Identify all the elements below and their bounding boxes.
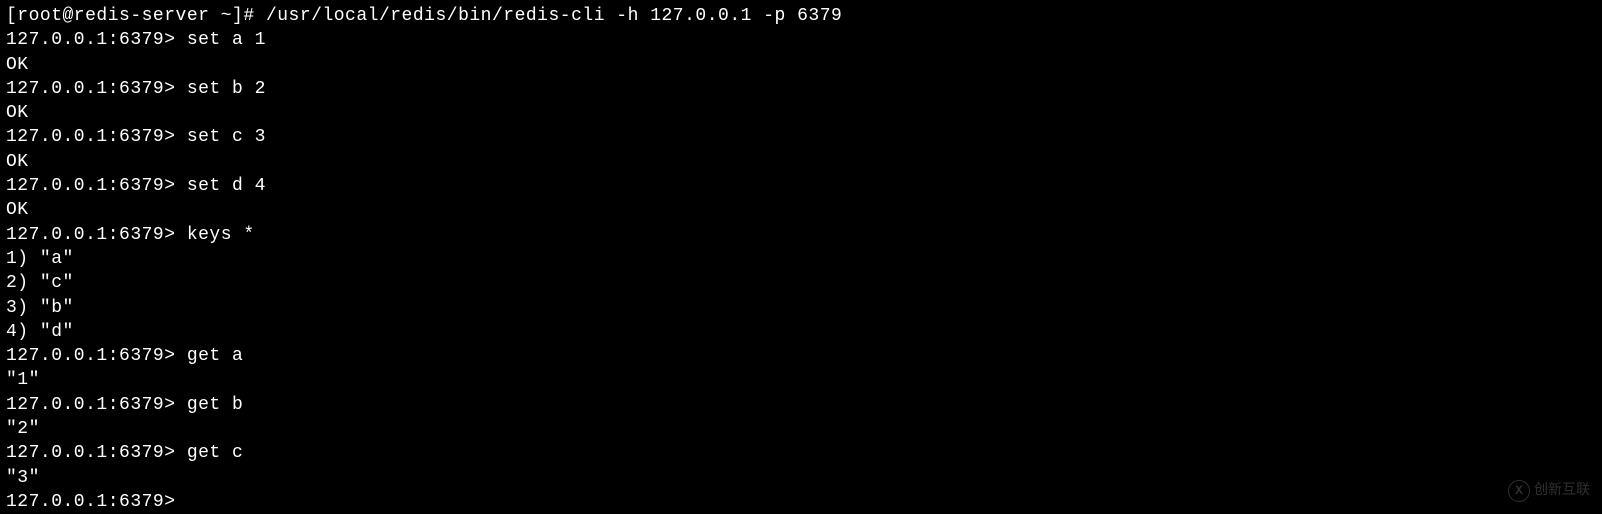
terminal-line: 127.0.0.1:6379> get b [6, 393, 1596, 417]
terminal-line: [root@redis-server ~]# /usr/local/redis/… [6, 4, 1596, 28]
terminal-line: 4) "d" [6, 320, 1596, 344]
terminal-line: 127.0.0.1:6379> set c 3 [6, 125, 1596, 149]
terminal-output[interactable]: [root@redis-server ~]# /usr/local/redis/… [6, 4, 1596, 514]
terminal-prompt[interactable]: 127.0.0.1:6379> [6, 490, 1596, 514]
terminal-line: 127.0.0.1:6379> keys * [6, 223, 1596, 247]
watermark-icon: X [1508, 480, 1530, 502]
terminal-line: 127.0.0.1:6379> set d 4 [6, 174, 1596, 198]
terminal-line: "3" [6, 466, 1596, 490]
terminal-line: OK [6, 101, 1596, 125]
terminal-line: 1) "a" [6, 247, 1596, 271]
terminal-line: "1" [6, 368, 1596, 392]
watermark: X 创新互联 [1508, 480, 1590, 502]
terminal-line: 2) "c" [6, 271, 1596, 295]
terminal-line: OK [6, 198, 1596, 222]
terminal-line: 3) "b" [6, 296, 1596, 320]
terminal-line: OK [6, 53, 1596, 77]
terminal-line: "2" [6, 417, 1596, 441]
terminal-line: OK [6, 150, 1596, 174]
watermark-text: 创新互联 [1534, 482, 1590, 501]
terminal-line: 127.0.0.1:6379> set a 1 [6, 28, 1596, 52]
terminal-line: 127.0.0.1:6379> set b 2 [6, 77, 1596, 101]
terminal-line: 127.0.0.1:6379> get a [6, 344, 1596, 368]
terminal-line: 127.0.0.1:6379> get c [6, 441, 1596, 465]
